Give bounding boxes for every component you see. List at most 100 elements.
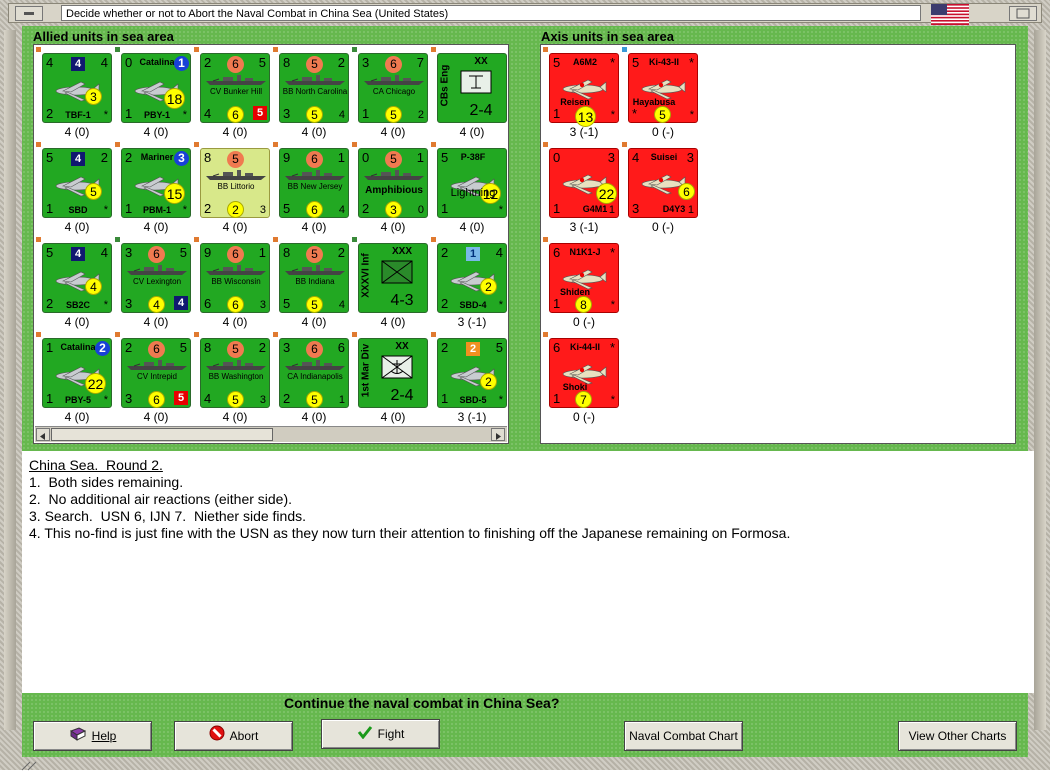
- counter-bottom-left-value: 6: [204, 296, 212, 311]
- counter-marker-icon: [194, 237, 199, 242]
- counter-count-label: 4 (0): [64, 125, 90, 139]
- counter-combat-factors: 2-4: [469, 102, 493, 119]
- counter-marker-icon: [194, 47, 199, 52]
- counter-unit-name: BB Wisconsin: [211, 277, 261, 286]
- counter-unit-name: Reisen: [560, 97, 590, 107]
- counter-count-label: 4 (0): [64, 410, 90, 424]
- counter-marker-icon: [543, 332, 548, 337]
- counter-defense-circle: 6: [306, 201, 323, 218]
- unit-counter[interactable]: 5 * * * Ki-43-II 5 Hayabusa: [628, 53, 698, 123]
- naval-combat-chart-button[interactable]: Naval Combat Chart: [624, 721, 743, 751]
- counter-marker-icon: [115, 332, 120, 337]
- counter-unit-name: PBY-5: [64, 395, 91, 405]
- counter-unit-name: PBM-1: [142, 205, 171, 215]
- axis-units-panel[interactable]: 5 * 1 * A6M2 13 Reisen 3 (-1) 5 * * * Ki-43-II 5 Hayab…: [540, 44, 1016, 444]
- system-menu-button[interactable]: [15, 6, 43, 21]
- counter-count-label: 4 (0): [222, 410, 248, 424]
- counter-unit-name: BB New Jersey: [287, 182, 343, 191]
- unit-counter[interactable]: 2 1 * Mariner 3 15 PBM-1: [121, 148, 191, 218]
- counter-unit-name: Amphibious: [365, 185, 423, 196]
- counter-attack-circle: 5: [227, 151, 244, 168]
- combat-log: China Sea. Round 2. 1. Both sides remain…: [22, 451, 1040, 693]
- counter-bottom-right-value: 4: [338, 109, 345, 121]
- counter-count-label: 4 (0): [301, 410, 327, 424]
- counter-top-left-value: 9: [283, 150, 291, 165]
- unit-counter[interactable]: 5 4 2 * 4 4 SB2C: [42, 243, 112, 313]
- counter-top-left-value: 3: [125, 245, 133, 260]
- unit-counter[interactable]: 2 5 1 * 2 2 SBD-5: [437, 338, 507, 408]
- unit-counter[interactable]: 8 2 3 4 5 BB North Carolina 5: [279, 53, 349, 123]
- allied-units-panel[interactable]: 4 4 2 * 4 3 TBF-1 4 (0) 0 1 * Catalina 1 18 PBY-1 4 (0)…: [33, 44, 509, 444]
- allied-horizontal-scrollbar[interactable]: [35, 426, 507, 442]
- counter-strength-circle: 8: [575, 296, 592, 313]
- unit-counter[interactable]: XX CBs Eng 2-4: [437, 53, 507, 123]
- unit-counter[interactable]: 5 * 1 * A6M2 13 Reisen: [549, 53, 619, 127]
- unit-counter[interactable]: 0 3 1 1 22 G4M1: [549, 148, 619, 218]
- counter-unit-name: PBY-1: [143, 110, 170, 120]
- unit-counter[interactable]: 1 1 * Catalina 2 22 PBY-5: [42, 338, 112, 408]
- scroll-left-button[interactable]: [36, 428, 50, 441]
- counter-defense-circle: 5: [306, 296, 323, 313]
- counter-bottom-left-value: 1: [441, 201, 449, 216]
- unit-counter[interactable]: XXX XXXVI Inf 4-3: [358, 243, 428, 313]
- unit-counter[interactable]: 4 4 2 * 4 3 TBF-1: [42, 53, 112, 123]
- unit-counter[interactable]: 0 1 2 0 5 Amphibious 3: [358, 148, 428, 218]
- allied-label: Allied units in sea area: [33, 29, 174, 44]
- counter-top-right-value: 6: [337, 340, 345, 355]
- unit-counter[interactable]: 6 * 1 * Ki-44-II 7 Shoki: [549, 338, 619, 408]
- counter-top-name: N1K1-J: [569, 247, 601, 257]
- resize-grip[interactable]: [20, 758, 50, 771]
- scroll-thumb[interactable]: [51, 428, 273, 441]
- unit-counter[interactable]: 9 1 6 3 6 BB Wisconsin 6: [200, 243, 270, 313]
- counter-strength-circle: 5: [85, 183, 102, 200]
- counter-count-label: 4 (0): [301, 315, 327, 329]
- unit-counter[interactable]: 6 * 1 * N1K1-J 8 Shiden: [549, 243, 619, 313]
- counter-marker-icon: [273, 142, 278, 147]
- counter-attack-circle: 6: [227, 246, 244, 263]
- unit-counter[interactable]: XX 1st Mar Div 2-4: [358, 338, 428, 408]
- unit-counter[interactable]: 5 2 1 * 4 5 SBD: [42, 148, 112, 218]
- counter-top-right-value: 2: [337, 245, 345, 260]
- counter-marker-icon: [543, 47, 548, 52]
- counter-bottom-right-value: 4: [338, 204, 345, 216]
- view-other-charts-button[interactable]: View Other Charts: [898, 721, 1017, 751]
- no-entry-icon: [209, 723, 225, 751]
- counter-unit-name: CA Indianapolis: [287, 372, 343, 381]
- counter-marker-icon: [194, 332, 199, 337]
- counter-top-left-value: 8: [283, 55, 291, 70]
- unit-counter[interactable]: 5 1 * P-38F 12 Lightning: [437, 148, 507, 218]
- book-icon: [69, 723, 87, 751]
- unit-counter[interactable]: 3 7 1 2 6 CA Chicago 5: [358, 53, 428, 123]
- log-title: China Sea. Round 2.: [29, 457, 163, 473]
- counter-attack-circle: 5: [385, 151, 402, 168]
- unit-counter[interactable]: 2 5 4 6 CV Bunker Hill 6 5: [200, 53, 270, 123]
- ship-icon: [363, 168, 425, 186]
- counter-top-right-value: 1: [416, 150, 424, 165]
- unit-counter[interactable]: 0 1 * Catalina 1 18 PBY-1: [121, 53, 191, 123]
- maximize-button[interactable]: [1009, 6, 1037, 21]
- fight-button[interactable]: Fight: [321, 719, 440, 749]
- unit-counter[interactable]: 3 6 2 1 6 CA Indianapolis 5: [279, 338, 349, 408]
- counter-strength-circle: 5: [654, 106, 671, 123]
- unit-counter[interactable]: 3 5 3 6 CV Lexington 4 4: [121, 243, 191, 313]
- unit-counter[interactable]: 4 3 3 1 Suisei 6 D4Y3: [628, 148, 698, 218]
- unit-counter[interactable]: 8 2 5 4 5 BB Indiana 5: [279, 243, 349, 313]
- unit-counter[interactable]: 9 1 5 4 6 BB New Jersey 6: [279, 148, 349, 218]
- unit-counter[interactable]: 8 2 4 3 5 BB Washington 5: [200, 338, 270, 408]
- fight-label: Fight: [377, 727, 405, 741]
- counter-marker-icon: [352, 142, 357, 147]
- counter-top-right-value: 5: [179, 340, 187, 355]
- scroll-right-button[interactable]: [491, 428, 505, 441]
- counter-strength-circle: 2: [480, 278, 497, 295]
- counter-bottom-right-value: *: [498, 204, 503, 216]
- unit-counter[interactable]: 2 5 3 6 CV Intrepid 6 5: [121, 338, 191, 408]
- counter-top-left-value: 4: [46, 55, 54, 70]
- unit-counter[interactable]: 2 4 2 * 1 2 SBD-4: [437, 243, 507, 313]
- help-button[interactable]: Help: [33, 721, 152, 751]
- counter-count-label: 4 (0): [301, 125, 327, 139]
- counter-marker-icon: [115, 142, 120, 147]
- counter-marker-icon: [36, 47, 41, 52]
- abort-button[interactable]: Abort: [174, 721, 293, 751]
- unit-counter[interactable]: 8 2 3 5 BB Littorio 2: [200, 148, 270, 218]
- counter-marker-icon: [115, 237, 120, 242]
